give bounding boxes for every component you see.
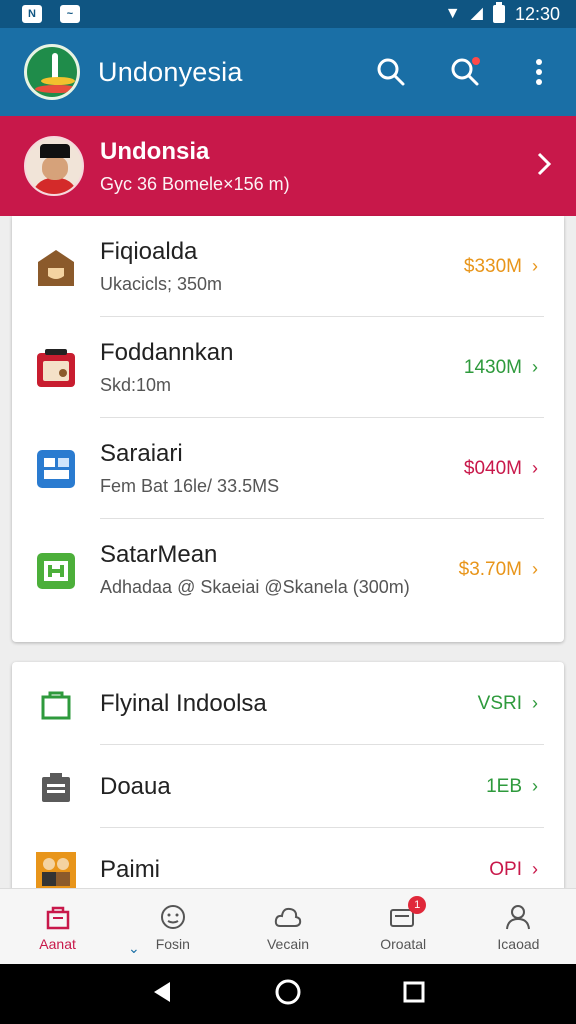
item-subtitle: Adhadaa @ Skaeiai @Skanela (300m) bbox=[100, 577, 410, 597]
signal-icon: ◢ bbox=[470, 5, 483, 22]
image-icon: ~ bbox=[60, 5, 80, 23]
home-button-icon[interactable] bbox=[274, 978, 302, 1011]
battery-icon bbox=[492, 2, 505, 23]
item-subtitle: Skd:10m bbox=[100, 375, 172, 395]
chevron-right-icon: › bbox=[532, 458, 538, 478]
radio-icon bbox=[34, 346, 78, 390]
item-value: $330M bbox=[463, 255, 522, 277]
app-bar: Undonyesia bbox=[0, 28, 576, 116]
app-title: Undonyesia bbox=[98, 56, 243, 87]
bag-icon bbox=[34, 682, 78, 726]
status-time: 12:30 bbox=[514, 3, 560, 24]
wifi-icon: ▼ bbox=[444, 5, 461, 22]
chat-icon: 1 bbox=[388, 895, 427, 932]
chevron-right-icon: › bbox=[532, 559, 538, 579]
app-logo bbox=[24, 44, 80, 100]
nav-item-aanat[interactable]: Aanat bbox=[0, 889, 115, 964]
more-options-icon[interactable] bbox=[522, 55, 556, 89]
nav-label: Fosin bbox=[155, 935, 190, 952]
item-title: SatarMean bbox=[100, 541, 218, 568]
list-item[interactable]: Fiqioalda Ukacicls; 350m $330M › bbox=[12, 216, 564, 317]
chevron-right-icon bbox=[536, 151, 552, 182]
item-title: Saraiari bbox=[100, 440, 183, 467]
notification-dot bbox=[472, 57, 480, 65]
chevron-right-icon: › bbox=[532, 357, 538, 377]
people-icon bbox=[34, 848, 78, 891]
notification-badge: 1 bbox=[408, 895, 427, 914]
item-title: Doaua bbox=[100, 772, 171, 800]
item-value: $3.70M bbox=[458, 558, 522, 580]
list-item[interactable]: Saraiari Fem Bat 16le/ 33.5MS $040M › bbox=[12, 418, 564, 519]
clipboard-icon bbox=[34, 765, 78, 809]
face-icon bbox=[158, 902, 188, 932]
avatar bbox=[24, 136, 84, 196]
home-icon bbox=[34, 245, 78, 289]
profile-name: Undonsia bbox=[100, 137, 210, 165]
item-value: 1EB bbox=[486, 775, 522, 797]
notification-search-icon[interactable] bbox=[448, 55, 482, 89]
nav-item-oroatal[interactable]: 1 Oroatal bbox=[346, 889, 461, 964]
status-bar: N ~ ▼ ◢ 12:30 bbox=[0, 0, 576, 28]
item-title: Fiqioalda bbox=[100, 238, 198, 265]
item-title: Flyinal Indoolsa bbox=[100, 689, 267, 717]
places-card: Fiqioalda Ukacicls; 350m $330M › Foddann… bbox=[12, 216, 564, 642]
item-value: 1430M bbox=[463, 356, 522, 378]
nav-item-vecain[interactable]: Vecain bbox=[230, 889, 345, 964]
nfc-icon: N bbox=[22, 5, 42, 23]
list-item[interactable]: Paimi OPI › bbox=[12, 828, 564, 890]
back-icon[interactable] bbox=[150, 980, 174, 1009]
item-value: VSRI bbox=[477, 692, 522, 714]
nav-item-icaoad[interactable]: Icaoad bbox=[461, 889, 576, 964]
recents-icon[interactable] bbox=[402, 980, 426, 1009]
nav-label: Icaoad bbox=[497, 935, 540, 952]
item-value: $040M bbox=[463, 457, 522, 479]
chevron-right-icon: › bbox=[532, 693, 538, 713]
bag-icon bbox=[43, 902, 73, 932]
nav-label: Vecain bbox=[266, 935, 310, 952]
profile-subtitle: Gyc 36 Bomele×156 m) bbox=[100, 173, 290, 194]
chevron-right-icon: › bbox=[532, 256, 538, 276]
nav-label: Oroatal bbox=[380, 935, 427, 952]
bottom-navigation: Aanat Fosin Vecain 1 Oroatal Icaoad bbox=[0, 888, 576, 964]
chevron-down-icon: ⌄ bbox=[128, 940, 140, 956]
chevron-right-icon: › bbox=[532, 859, 538, 879]
cloud-icon bbox=[273, 902, 303, 932]
chevron-right-icon: › bbox=[532, 776, 538, 796]
item-subtitle: Fem Bat 16le/ 33.5MS bbox=[100, 476, 280, 496]
system-navigation bbox=[0, 964, 576, 1024]
list-item[interactable]: Doaua 1EB › bbox=[12, 745, 564, 828]
nav-label: Aanat bbox=[39, 935, 76, 952]
profile-banner[interactable]: Undonsia Gyc 36 Bomele×156 m) bbox=[0, 116, 576, 216]
person-icon bbox=[503, 902, 533, 932]
item-value: OPI bbox=[489, 858, 522, 880]
search-icon[interactable] bbox=[374, 55, 408, 89]
list-item[interactable]: Flyinal Indoolsa VSRI › bbox=[12, 662, 564, 745]
item-subtitle: Ukacicls; 350m bbox=[100, 274, 223, 294]
categories-card: Flyinal Indoolsa VSRI › Doaua 1EB › Paim… bbox=[12, 662, 564, 890]
grid-icon bbox=[34, 447, 78, 491]
hospital-icon bbox=[34, 548, 78, 592]
list-item[interactable]: SatarMean Adhadaa @ Skaeiai @Skanela (30… bbox=[12, 519, 564, 620]
item-title: Foddannkan bbox=[100, 339, 234, 366]
list-item[interactable]: Foddannkan Skd:10m 1430M › bbox=[12, 317, 564, 418]
item-title: Paimi bbox=[100, 855, 161, 883]
